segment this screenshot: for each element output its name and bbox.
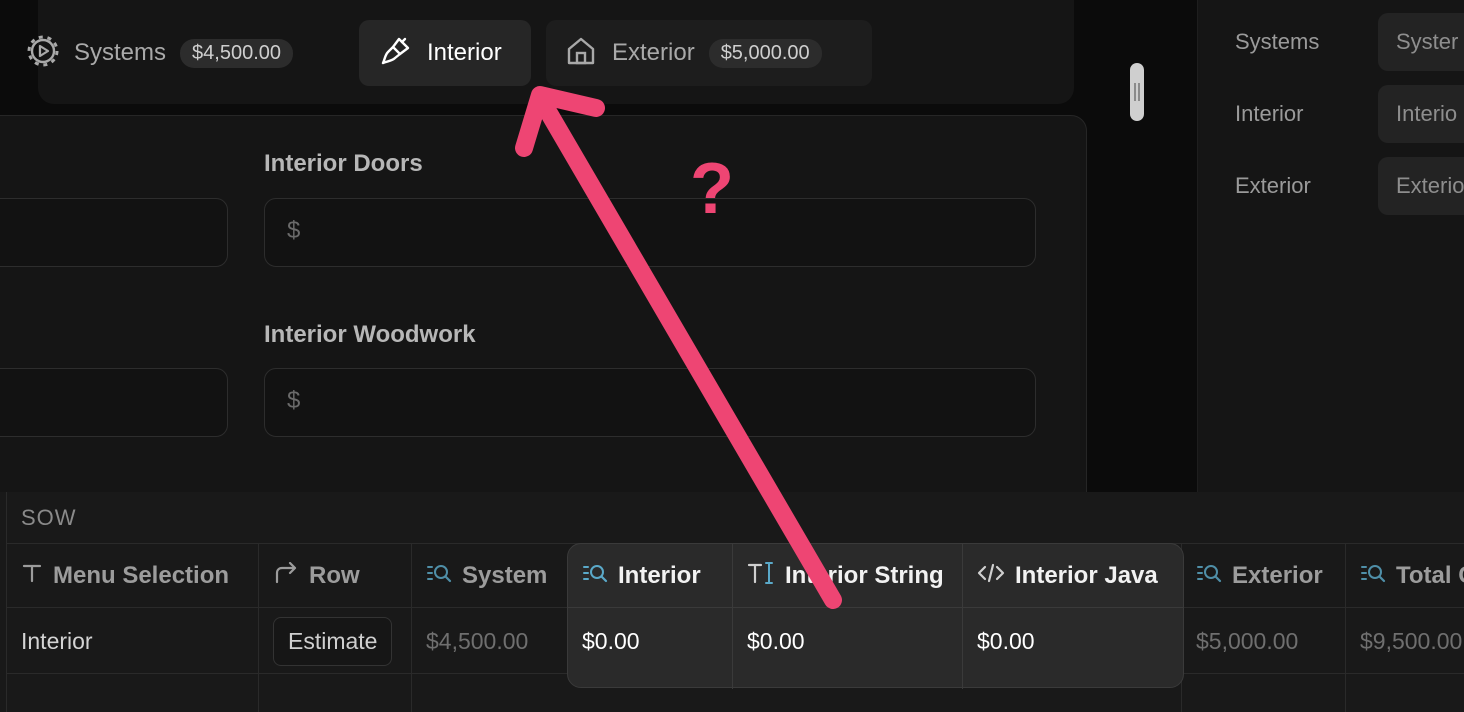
column-system: System $4,500.00 [411, 544, 571, 712]
code-icon [977, 562, 1005, 589]
link-arrow-icon [273, 561, 299, 589]
column-header[interactable]: Row [259, 544, 411, 608]
lookup-icon [1360, 562, 1386, 589]
table-cell: Estimate [259, 608, 411, 674]
column-title: Interior [618, 561, 701, 589]
estimate-form-card: Interior Doors $ Interior Woodwork $ [0, 115, 1087, 515]
column-header[interactable]: Menu Selection [7, 544, 258, 608]
currency-symbol: $ [287, 387, 301, 414]
annotation-question-mark: ? [690, 149, 734, 229]
right-exterior-input[interactable]: Exterio [1378, 157, 1464, 215]
left-field-input-1[interactable] [0, 198, 228, 267]
column-interior-string: Interior String $0.00 [732, 544, 962, 689]
table-cell[interactable]: $5,000.00 [1182, 608, 1345, 674]
left-field-input-2[interactable] [0, 368, 228, 437]
column-title: Interior Java [1015, 561, 1158, 589]
right-exterior-label: Exterior [1235, 173, 1311, 198]
gear-icon [26, 34, 60, 73]
column-title: Menu Selection [53, 561, 230, 589]
column-exterior: Exterior $5,000.00 [1181, 544, 1345, 712]
house-icon [564, 34, 598, 73]
right-systems-input[interactable]: Syster [1378, 13, 1464, 71]
column-title: Interior String [785, 561, 944, 589]
tab-systems-badge: $4,500.00 [180, 38, 293, 68]
column-menu-selection: Menu Selection Interior [6, 544, 258, 712]
text-type-icon [21, 562, 43, 589]
text-formula-icon [747, 561, 775, 590]
table-group-header: SOW [6, 492, 1464, 544]
right-panel: Systems Syster Interior Interio Exterior… [1197, 0, 1464, 492]
lookup-icon [582, 562, 608, 589]
estimate-button[interactable]: Estimate [273, 617, 393, 666]
table-cell[interactable]: $0.00 [568, 608, 732, 674]
column-header[interactable]: Exterior [1182, 544, 1345, 608]
column-title: System [462, 561, 548, 589]
paintbrush-icon [379, 34, 413, 73]
lookup-icon [426, 562, 452, 589]
column-header[interactable]: Interior [568, 544, 732, 608]
column-header[interactable]: System [412, 544, 571, 608]
column-total: Total C $9,500.00 [1345, 544, 1464, 712]
tab-systems-label: Systems [74, 39, 167, 66]
group-label: SOW [21, 505, 77, 530]
column-header[interactable]: Interior String [733, 544, 962, 608]
column-header[interactable]: Total C [1346, 544, 1464, 608]
interior-doors-input[interactable]: $ [264, 198, 1036, 267]
column-title: Row [309, 561, 360, 589]
table-cell[interactable]: $0.00 [963, 608, 1183, 674]
main-area: Systems $4,500.00 Interior Exterior $5,0… [0, 0, 1196, 515]
lookup-icon [1196, 562, 1222, 589]
interior-woodwork-input[interactable]: $ [264, 368, 1036, 437]
right-interior-input[interactable]: Interio [1378, 85, 1464, 143]
column-title: Total C [1396, 561, 1464, 589]
table-cell[interactable]: $9,500.00 [1346, 608, 1464, 674]
tab-exterior-badge: $5,000.00 [708, 38, 822, 68]
column-interior-java: Interior Java $0.00 [962, 544, 1183, 689]
table-cell[interactable]: $0.00 [733, 608, 962, 674]
tab-interior[interactable]: Interior [359, 20, 531, 86]
right-systems-label: Systems [1235, 29, 1320, 54]
highlighted-columns: Interior $0.00 Interior String $0.00 Int… [567, 543, 1184, 689]
tab-interior-label: Interior [427, 39, 502, 66]
interior-woodwork-label: Interior Woodwork [264, 321, 476, 348]
interior-doors-label: Interior Doors [264, 150, 423, 177]
column-header[interactable]: Interior Java [963, 544, 1183, 608]
section-tabbar: Systems $4,500.00 Interior Exterior $5,0… [27, 0, 1074, 104]
tab-exterior[interactable]: Exterior $5,000.00 [546, 20, 872, 86]
column-interior: Interior $0.00 [568, 544, 732, 689]
tab-systems[interactable]: Systems $4,500.00 [26, 20, 293, 86]
table-cell[interactable]: $4,500.00 [412, 608, 571, 674]
right-interior-label: Interior [1235, 101, 1304, 126]
column-title: Exterior [1232, 561, 1323, 589]
currency-symbol: $ [287, 217, 301, 244]
table-cell[interactable]: Interior [7, 608, 258, 674]
scrollbar-handle[interactable] [1130, 63, 1144, 121]
column-row: Row Estimate [258, 544, 411, 712]
tab-exterior-label: Exterior [612, 39, 695, 66]
